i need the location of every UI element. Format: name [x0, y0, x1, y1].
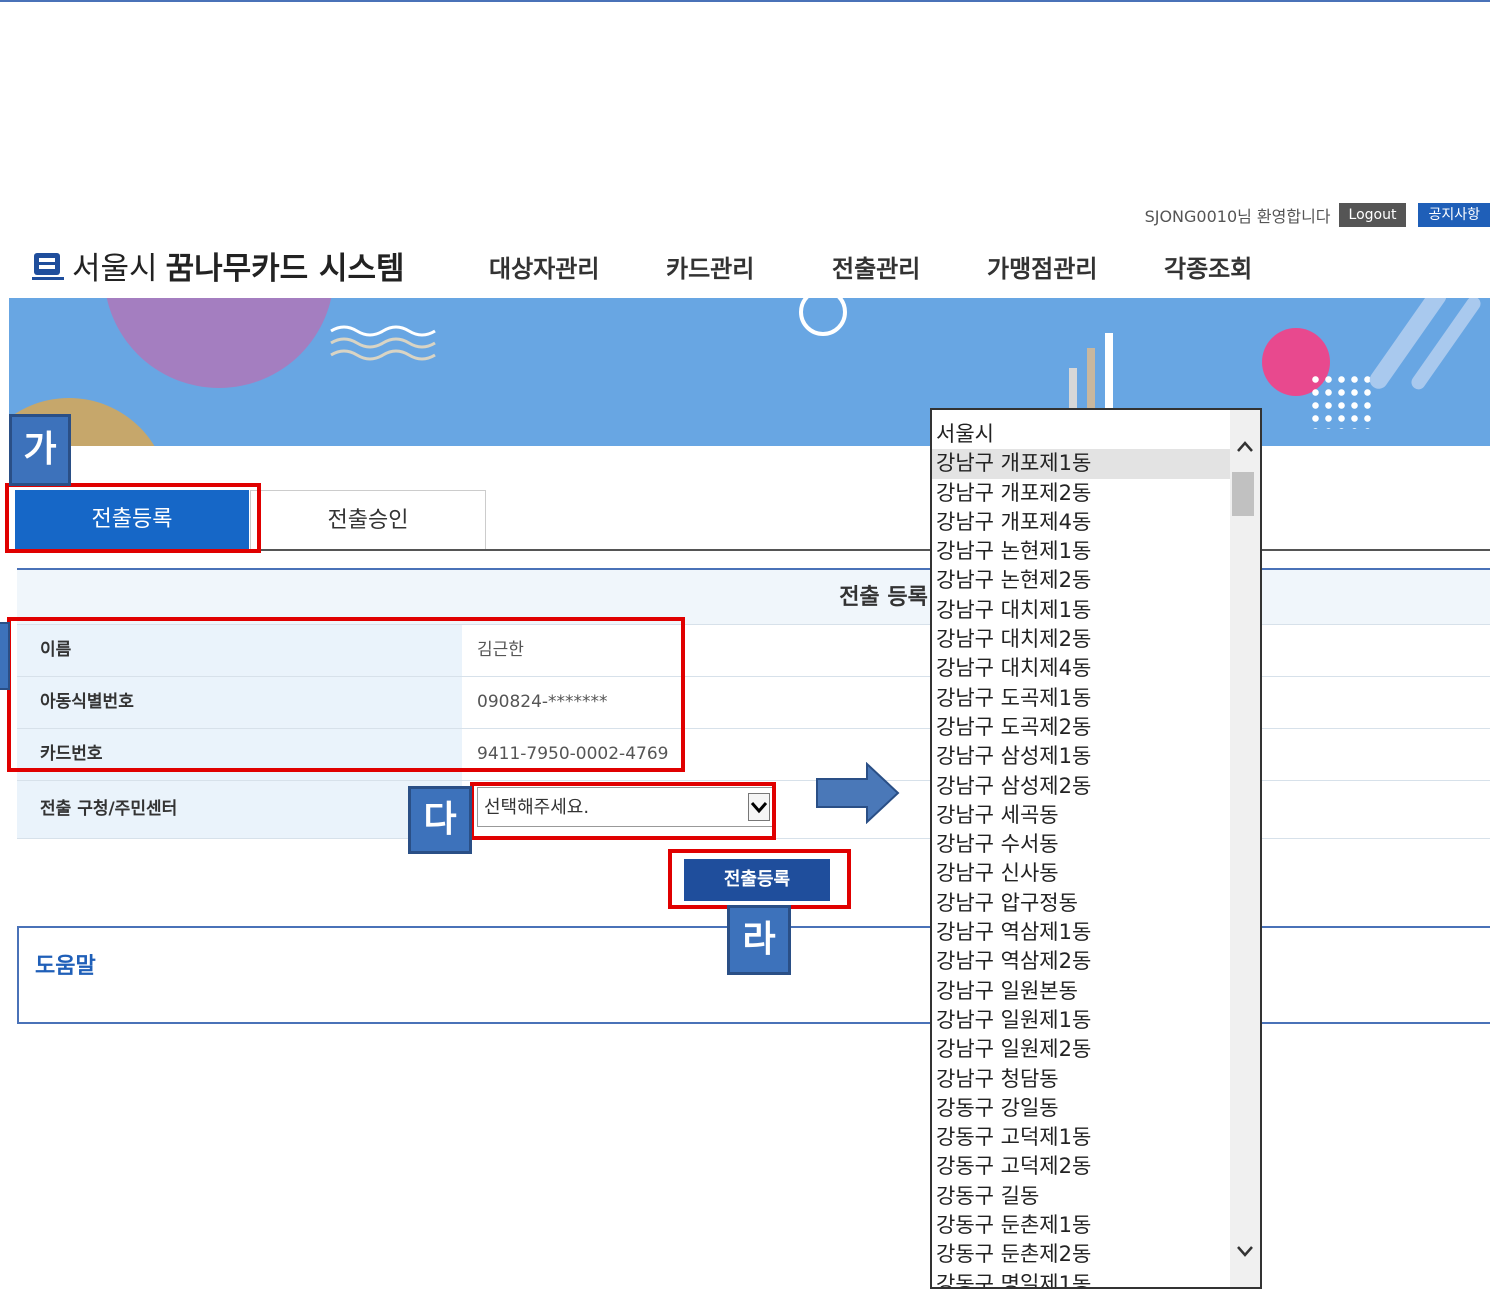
dropdown-option[interactable]: 강남구 도곡제2동	[932, 713, 1230, 742]
dropdown-option[interactable]: 강남구 신사동	[932, 859, 1230, 888]
nav-transfer-management[interactable]: 전출관리	[832, 249, 920, 284]
dropdown-scrollbar[interactable]	[1230, 410, 1260, 1287]
dropdown-option[interactable]: 강남구 개포제4동	[932, 508, 1230, 537]
dropdown-option[interactable]: 강남구 수서동	[932, 830, 1230, 859]
nav-inquiry[interactable]: 각종조회	[1164, 249, 1252, 284]
top-border-line	[0, 0, 1490, 2]
dropdown-option[interactable]: 강동구 길동	[932, 1182, 1230, 1211]
dropdown-option[interactable]: 강남구 대치제4동	[932, 654, 1230, 683]
scroll-up-icon[interactable]	[1236, 438, 1254, 459]
dropdown-option[interactable]: 강동구 고덕제1동	[932, 1123, 1230, 1152]
scrollbar-thumb[interactable]	[1232, 472, 1254, 516]
dropdown-option[interactable]: 강동구 둔촌제2동	[932, 1240, 1230, 1269]
banner-purple-circle	[104, 298, 334, 388]
dropdown-option[interactable]: 강남구 일원본동	[932, 977, 1230, 1006]
highlight-info-rows	[7, 617, 685, 772]
banner-ring	[799, 298, 847, 336]
help-title: 도움말	[35, 948, 96, 980]
nav-target-management[interactable]: 대상자관리	[489, 249, 599, 284]
dropdown-option[interactable]: 강남구 개포제2동	[932, 479, 1230, 508]
dropdown-option[interactable]: 강남구 논현제1동	[932, 537, 1230, 566]
scroll-down-icon[interactable]	[1236, 1242, 1254, 1263]
dropdown-option[interactable]: 강남구 일원제2동	[932, 1035, 1230, 1064]
dropdown-option[interactable]: 강남구 역삼제2동	[932, 947, 1230, 976]
dropdown-option[interactable]: 강남구 개포제1동	[932, 449, 1230, 478]
dropdown-option[interactable]: 강남구 청담동	[932, 1065, 1230, 1094]
dropdown-option[interactable]: 강동구 강일동	[932, 1094, 1230, 1123]
main-navigation: 대상자관리 카드관리 전출관리 가맹점관리 각종조회	[0, 249, 1490, 281]
dropdown-option[interactable]: 강남구 대치제1동	[932, 596, 1230, 625]
highlight-select	[470, 782, 776, 840]
dropdown-option[interactable]: 강남구 세곡동	[932, 801, 1230, 830]
dropdown-option[interactable]: 강남구 일원제1동	[932, 1006, 1230, 1035]
dropdown-option[interactable]: 강남구 도곡제1동	[932, 684, 1230, 713]
district-dropdown-list[interactable]: 서울시강남구 개포제1동강남구 개포제2동강남구 개포제4동강남구 논현제1동강…	[930, 408, 1262, 1289]
user-bar: SJONG0010님 환영합니다 Logout 공지사항	[1145, 203, 1490, 227]
dropdown-options: 서울시강남구 개포제1동강남구 개포제2동강남구 개포제4동강남구 논현제1동강…	[932, 420, 1230, 1289]
tab-transfer-approve[interactable]: 전출승인	[250, 490, 486, 551]
callout-badge-ra: 라	[727, 905, 791, 975]
nav-merchant-management[interactable]: 가맹점관리	[987, 249, 1097, 284]
dropdown-option[interactable]: 강동구 둔촌제1동	[932, 1211, 1230, 1240]
banner-wave-icon	[329, 323, 439, 363]
callout-badge-ga: 가	[9, 414, 71, 486]
nav-card-management[interactable]: 카드관리	[666, 249, 754, 284]
dropdown-option[interactable]: 강동구 명일제1동	[932, 1270, 1230, 1289]
banner-dot-grid	[1309, 373, 1373, 429]
hero-banner	[9, 298, 1490, 446]
logout-button[interactable]: Logout	[1339, 203, 1407, 227]
welcome-text: SJONG0010님 환영합니다	[1145, 203, 1331, 227]
dropdown-option[interactable]: 강동구 고덕제2동	[932, 1152, 1230, 1181]
callout-badge-da: 다	[408, 786, 472, 854]
notice-button[interactable]: 공지사항	[1418, 203, 1490, 227]
right-arrow-icon	[815, 762, 900, 824]
dropdown-option[interactable]: 강남구 역삼제1동	[932, 918, 1230, 947]
dropdown-option[interactable]: 강남구 삼성제1동	[932, 742, 1230, 771]
dropdown-option[interactable]: 강남구 대치제2동	[932, 625, 1230, 654]
highlight-tab	[5, 483, 261, 553]
district-label: 전출 구청/주민센터	[17, 781, 462, 838]
dropdown-option[interactable]: 강남구 압구정동	[932, 889, 1230, 918]
dropdown-option[interactable]: 서울시	[932, 420, 1230, 449]
highlight-submit	[668, 849, 851, 909]
dropdown-option[interactable]: 강남구 삼성제2동	[932, 772, 1230, 801]
dropdown-option[interactable]: 강남구 논현제2동	[932, 566, 1230, 595]
callout-badge-na-edge	[0, 622, 10, 690]
